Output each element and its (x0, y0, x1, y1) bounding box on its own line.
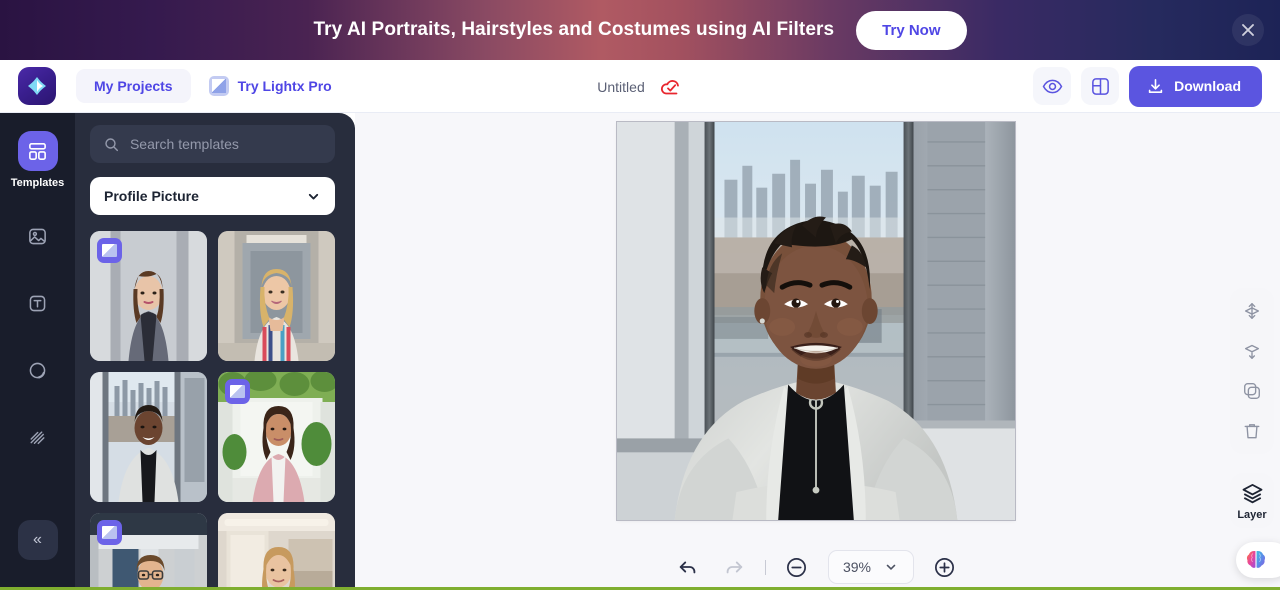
sidebar-item-image[interactable] (9, 216, 67, 256)
canvas-area[interactable]: 39% Layer (355, 113, 1280, 590)
templates-panel: Profile Picture (75, 113, 355, 590)
trash-icon (1244, 424, 1260, 439)
sidebar-item-effects[interactable] (9, 417, 67, 457)
template-thumbnail[interactable] (218, 513, 335, 590)
template-thumbnail[interactable] (90, 231, 207, 361)
zoom-level-select[interactable]: 39% (827, 550, 914, 584)
cloud-check-icon[interactable] (659, 77, 683, 97)
promo-banner-text: Try AI Portraits, Hairstyles and Costume… (313, 19, 835, 40)
send-backward-button[interactable] (1237, 337, 1267, 365)
undo-icon[interactable] (673, 552, 703, 582)
arrow-up-layer-icon (1244, 303, 1260, 319)
template-thumbnail[interactable] (90, 372, 207, 502)
delete-button[interactable] (1237, 417, 1267, 445)
try-lightx-pro-label: Try Lightx Pro (237, 78, 332, 94)
bring-forward-button[interactable] (1237, 297, 1267, 325)
template-thumbnail[interactable] (218, 372, 335, 502)
pro-badge-icon (97, 520, 122, 545)
pro-badge-icon (225, 379, 250, 404)
download-label: Download (1174, 78, 1241, 94)
my-projects-button[interactable]: My Projects (76, 69, 191, 103)
canvas-bottom-toolbar: 39% (617, 545, 1015, 589)
lightx-logo-icon[interactable] (18, 67, 56, 105)
promo-banner: Try AI Portraits, Hairstyles and Costume… (0, 0, 1280, 60)
app-root: Try AI Portraits, Hairstyles and Costume… (0, 0, 1280, 590)
shapes-circle-icon (18, 350, 58, 390)
search-icon (105, 137, 119, 151)
pro-badge-icon (97, 238, 122, 263)
pro-badge-icon (208, 76, 229, 96)
image-icon (18, 216, 58, 256)
close-icon[interactable] (1232, 14, 1264, 46)
category-select-value: Profile Picture (104, 188, 199, 204)
object-actions-toolbar (1230, 288, 1274, 454)
chevron-down-icon (308, 193, 319, 199)
download-button[interactable]: Download (1129, 65, 1262, 107)
try-lightx-pro-button[interactable]: Try Lightx Pro (208, 76, 332, 96)
search-templates-box[interactable] (90, 125, 335, 163)
chevron-double-left-icon[interactable]: « (17, 520, 58, 560)
template-thumbnail-grid (90, 231, 335, 590)
redo-icon[interactable] (719, 552, 749, 582)
sidebar-item-text[interactable] (9, 283, 67, 323)
sidebar-item-templates[interactable]: Templates (9, 131, 67, 189)
ai-brain-icon (1246, 550, 1266, 568)
duplicate-icon (1244, 383, 1260, 399)
arrow-down-layer-icon (1244, 344, 1260, 359)
sidebar-item-shapes[interactable] (9, 350, 67, 390)
try-now-button[interactable]: Try Now (856, 10, 967, 50)
templates-grid-icon (17, 131, 58, 171)
effects-lines-icon (18, 417, 58, 457)
left-tool-rail: Templates « (0, 113, 75, 590)
top-navigation-bar: My Projects Try Lightx Pro Untitled Down… (0, 60, 1280, 113)
sidebar-item-templates-label: Templates (10, 177, 65, 189)
text-t-icon (18, 283, 58, 323)
zoom-out-icon[interactable] (782, 552, 812, 582)
layers-stack-icon (1242, 483, 1262, 504)
template-thumbnail[interactable] (90, 513, 207, 590)
zoom-level-value: 39% (842, 559, 872, 575)
zoom-in-icon[interactable] (930, 552, 960, 582)
nav-actions: Download (1033, 65, 1262, 107)
duplicate-button[interactable] (1237, 377, 1267, 405)
layout-resize-icon[interactable] (1081, 67, 1120, 105)
download-icon (1148, 78, 1163, 93)
layer-button[interactable]: Layer (1230, 473, 1274, 528)
category-select[interactable]: Profile Picture (90, 177, 335, 215)
template-thumbnail[interactable] (218, 231, 335, 361)
toolbar-divider (764, 559, 766, 575)
layer-button-label: Layer (1237, 509, 1267, 521)
search-input[interactable] (129, 136, 321, 152)
ai-assistant-button[interactable] (1236, 542, 1280, 578)
eye-icon[interactable] (1033, 67, 1072, 105)
chevron-down-icon (886, 564, 896, 570)
office-portrait-artboard[interactable] (616, 121, 1016, 521)
document-title[interactable]: Untitled (597, 79, 644, 95)
